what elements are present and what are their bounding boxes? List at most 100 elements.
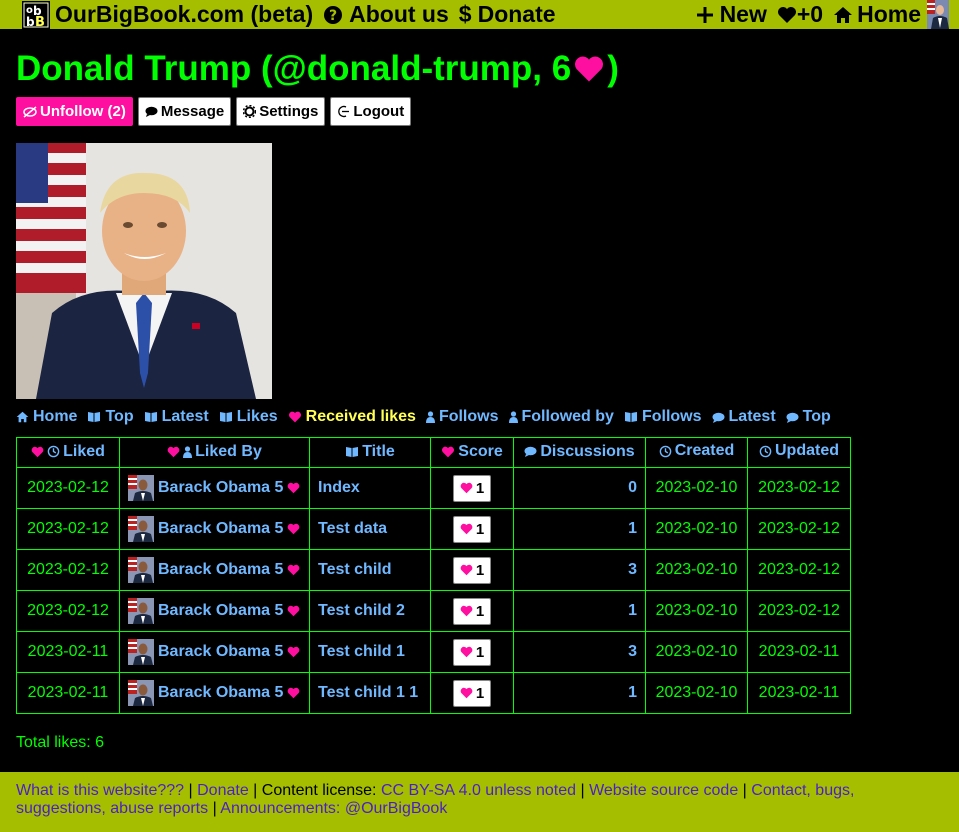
user-icon — [508, 411, 518, 423]
avatar — [128, 680, 154, 706]
about-link[interactable]: ? About us — [323, 1, 449, 28]
tab-received-likes[interactable]: Received likes — [288, 408, 416, 426]
settings-button[interactable]: Settings — [236, 97, 326, 126]
score-badge[interactable]: 1 — [452, 515, 492, 543]
likes-counter-label: +0 — [796, 1, 824, 27]
clock-icon — [759, 445, 772, 458]
unfollow-button[interactable]: Unfollow (2) — [16, 97, 133, 126]
user-link[interactable]: Barack Obama 5 — [128, 598, 301, 624]
article-title-link[interactable]: Test child 1 — [318, 643, 405, 660]
discussions-count[interactable]: 3 — [513, 549, 646, 591]
svg-text:B: B — [35, 15, 45, 28]
article-title-link[interactable]: Index — [318, 479, 360, 496]
column-discussions[interactable]: Discussions — [513, 437, 646, 468]
liked-date: 2023-02-11 — [16, 672, 120, 714]
footer-source-link[interactable]: Website source code — [589, 782, 738, 799]
updated-date: 2023-02-12 — [747, 590, 851, 632]
avatar — [128, 475, 154, 501]
column-updated[interactable]: Updated — [747, 437, 851, 468]
table-row: 2023-02-12 Barack Obama 5 Test data 1 1 2023-… — [16, 508, 851, 550]
tab-label: Latest — [161, 408, 209, 425]
user-name: Barack Obama 5 — [158, 561, 284, 578]
score-value: 1 — [475, 684, 485, 702]
site-logo[interactable]: o b b B — [22, 0, 50, 29]
tab-followed-by[interactable]: Followed by — [508, 408, 614, 426]
column-score[interactable]: Score — [430, 437, 514, 468]
discussions-count[interactable]: 3 — [513, 631, 646, 673]
liked-date: 2023-02-12 — [16, 590, 120, 632]
logout-icon — [338, 105, 350, 118]
logout-button[interactable]: Logout — [330, 97, 412, 126]
discussions-count[interactable]: 0 — [513, 467, 646, 509]
article-title-link[interactable]: Test child 2 — [318, 602, 405, 619]
user-link[interactable]: Barack Obama 5 — [128, 680, 301, 706]
heart-icon — [460, 482, 473, 494]
column-created[interactable]: Created — [645, 437, 748, 468]
heart-icon — [575, 56, 604, 82]
book-icon — [624, 411, 638, 423]
footer-donate-link[interactable]: Donate — [197, 782, 249, 799]
user-link[interactable]: Barack Obama 5 — [128, 639, 301, 665]
site-name-link[interactable]: OurBigBook.com (beta) — [55, 1, 313, 28]
tab-label: Followed by — [521, 408, 614, 425]
score-badge[interactable]: 1 — [452, 679, 492, 707]
user-link[interactable]: Barack Obama 5 — [128, 475, 301, 501]
user-link[interactable]: Barack Obama 5 — [128, 516, 301, 542]
score-badge[interactable]: 1 — [452, 556, 492, 584]
tab-home[interactable]: Home — [16, 408, 77, 426]
article-title-link[interactable]: Test child 1 1 — [318, 684, 418, 701]
about-label: About us — [349, 1, 449, 27]
tab-latest[interactable]: Latest — [144, 408, 209, 426]
heart-icon — [287, 482, 300, 494]
tab-label: Received likes — [305, 408, 416, 425]
tab-label: Top — [802, 408, 831, 425]
score-badge[interactable]: 1 — [452, 638, 492, 666]
tab-follows[interactable]: Follows — [624, 408, 702, 426]
tab-label: Follows — [438, 408, 499, 425]
column-liked[interactable]: Liked — [16, 437, 120, 468]
discussions-count[interactable]: 1 — [513, 672, 646, 714]
article-title-link[interactable]: Test child — [318, 561, 392, 578]
heart-icon — [460, 646, 473, 658]
footer-what-link[interactable]: What is this website??? — [16, 782, 184, 799]
tab-top[interactable]: Top — [87, 408, 134, 426]
tab-follows[interactable]: Follows — [425, 408, 499, 426]
title-cell: Test data — [309, 508, 431, 550]
discussions-count[interactable]: 1 — [513, 590, 646, 632]
user-avatar[interactable] — [927, 0, 949, 29]
footer-announcements-link[interactable]: Announcements: @OurBigBook — [220, 800, 447, 817]
tab-label: Likes — [236, 408, 278, 425]
profile-actions: Unfollow (2) Message Settings Logout — [16, 97, 412, 126]
tab-top[interactable]: Top — [786, 408, 831, 426]
table-row: 2023-02-11 Barack Obama 5 Test child 1 1 3 20… — [16, 631, 851, 673]
user-icon — [425, 411, 435, 423]
created-date: 2023-02-10 — [645, 508, 748, 550]
heart-icon — [460, 564, 473, 576]
logout-label: Logout — [353, 103, 405, 120]
article-title-link[interactable]: Test data — [318, 520, 387, 537]
tab-likes[interactable]: Likes — [219, 408, 278, 426]
discussions-count[interactable]: 1 — [513, 508, 646, 550]
book-icon — [219, 411, 233, 423]
likes-counter-link[interactable]: +0 — [777, 1, 823, 28]
home-icon — [16, 411, 29, 423]
liked-date: 2023-02-12 — [16, 508, 120, 550]
clock-icon — [47, 445, 60, 458]
title-cell: Test child 1 — [309, 631, 431, 673]
svg-text:?: ? — [329, 8, 337, 24]
column-liked-by[interactable]: Liked By — [119, 437, 310, 468]
footer: What is this website??? | Donate | Conte… — [0, 772, 959, 832]
home-link[interactable]: Home — [833, 1, 921, 28]
column-title[interactable]: Title — [309, 437, 431, 468]
new-link[interactable]: New — [696, 1, 767, 28]
score-badge[interactable]: 1 — [452, 474, 492, 502]
user-link[interactable]: Barack Obama 5 — [128, 557, 301, 583]
liked-by-cell: Barack Obama 5 — [119, 672, 310, 714]
score-badge[interactable]: 1 — [452, 597, 492, 625]
liked-date: 2023-02-12 — [16, 467, 120, 509]
table-row: 2023-02-12 Barack Obama 5 Index 1 0 2023-02-1… — [16, 467, 851, 509]
tab-latest[interactable]: Latest — [712, 408, 776, 426]
donate-link[interactable]: $ Donate — [459, 1, 556, 28]
message-button[interactable]: Message — [137, 97, 232, 126]
footer-license-link[interactable]: CC BY-SA 4.0 unless noted — [381, 782, 576, 799]
